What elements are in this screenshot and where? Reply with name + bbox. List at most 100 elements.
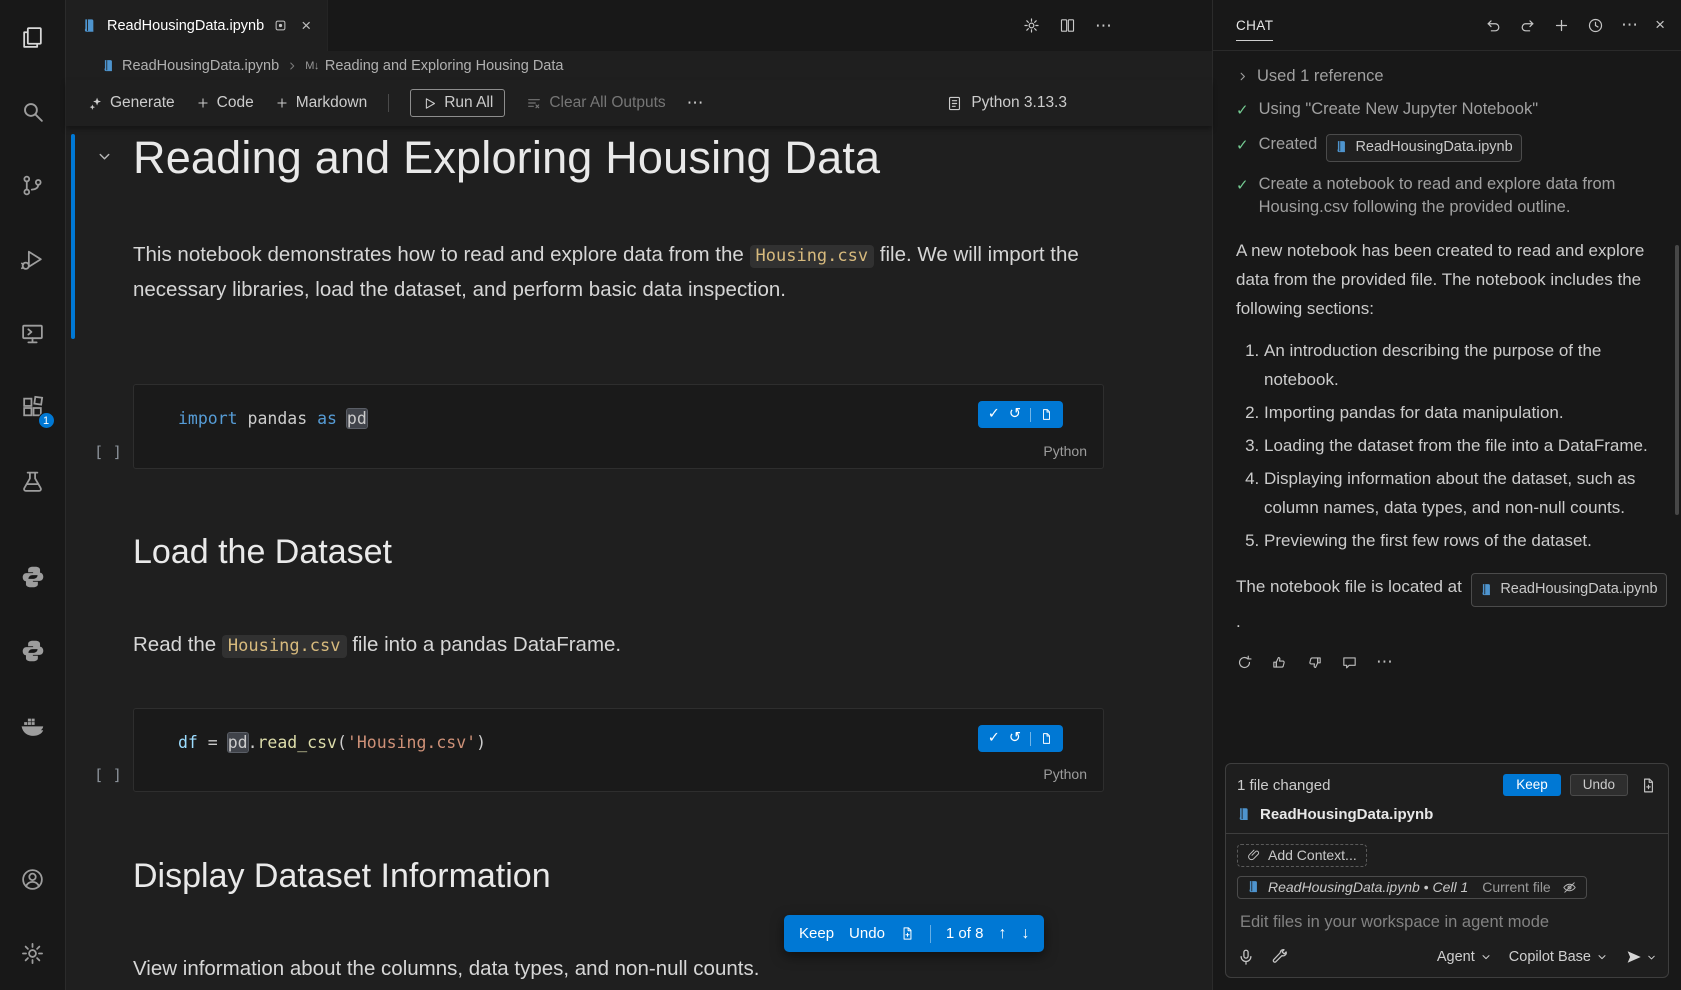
thumbs-up-icon[interactable] — [1271, 654, 1288, 671]
markdown-cell-icon: M↓ — [305, 60, 319, 72]
redo-edit-icon[interactable] — [1519, 17, 1536, 34]
file-chip[interactable]: ReadHousingData.ipynb — [1471, 573, 1666, 607]
check-icon: ✓ — [1236, 99, 1249, 122]
add-context-button[interactable]: Add Context... — [1237, 844, 1367, 867]
code-token: pd — [228, 733, 248, 752]
testing-icon[interactable] — [0, 444, 66, 518]
generate-button[interactable]: Generate — [88, 94, 175, 112]
code-editor[interactable]: import pandas as pd — [178, 409, 367, 428]
mode-picker[interactable]: Agent — [1437, 949, 1492, 965]
section-heading-info: Display Dataset Information — [133, 857, 551, 896]
tab-bar: ReadHousingData.ipynb × ⋯ — [66, 0, 1212, 51]
collapse-section-icon[interactable] — [96, 148, 113, 165]
source-control-icon[interactable] — [0, 148, 66, 222]
code-editor[interactable]: df = pd.read_csv('Housing.csv') — [178, 733, 486, 752]
check-icon: ✓ — [1236, 174, 1249, 219]
notebook-toolbar: Generate Code Markdown Run All Clear All… — [66, 80, 1212, 126]
tab-close-icon[interactable]: × — [297, 15, 315, 36]
search-icon[interactable] — [0, 74, 66, 148]
breadcrumb-file[interactable]: ReadHousingData.ipynb — [102, 58, 279, 74]
feedback-icon[interactable] — [1341, 654, 1358, 671]
extensions-icon[interactable]: 1 — [0, 370, 66, 444]
toolbar-more-icon[interactable]: ⋯ — [687, 93, 704, 113]
accept-change-icon[interactable]: ✓ — [988, 407, 1000, 422]
remote-explorer-icon[interactable] — [0, 296, 66, 370]
run-all-button[interactable]: Run All — [410, 89, 505, 117]
kernel-icon — [946, 95, 963, 112]
cell-language-picker[interactable]: Python — [1043, 443, 1087, 459]
more-actions-icon[interactable]: ⋯ — [1621, 15, 1638, 35]
send-button[interactable] — [1625, 948, 1657, 966]
code-token: pd — [347, 409, 367, 428]
context-chip[interactable]: ReadHousingData.ipynb • Cell 1 Current f… — [1237, 876, 1587, 899]
chevron-down-icon — [1596, 951, 1608, 963]
explorer-icon[interactable] — [0, 0, 66, 74]
code-cell-import[interactable]: import pandas as pd ✓ ↺ Python — [133, 384, 1104, 469]
focused-cell-indicator[interactable] — [71, 134, 75, 339]
tools-icon[interactable] — [1270, 948, 1288, 966]
undo-all-button[interactable]: Undo — [1570, 774, 1628, 796]
response-list: An introduction describing the purpose o… — [1236, 336, 1668, 555]
agent-step: ✓ Created ReadHousingData.ipynb — [1236, 133, 1668, 162]
breadcrumb-section[interactable]: M↓ Reading and Exploring Housing Data — [305, 58, 563, 74]
docker-icon[interactable] — [0, 688, 66, 762]
inline-diff-toolbar: ✓ ↺ — [978, 401, 1063, 428]
view-all-edits-icon[interactable] — [1640, 777, 1657, 794]
rerun-icon[interactable] — [1236, 654, 1253, 671]
chat-history-icon[interactable] — [1587, 17, 1604, 34]
view-diff-icon[interactable] — [900, 926, 915, 941]
view-diff-icon[interactable] — [1040, 408, 1053, 421]
python-environments-icon[interactable] — [0, 540, 66, 614]
accept-change-icon[interactable]: ✓ — [988, 731, 1000, 746]
notebook-file-icon — [82, 18, 98, 34]
more-actions-icon[interactable]: ⋯ — [1376, 652, 1393, 672]
section-heading-load: Load the Dataset — [133, 533, 392, 572]
code-token: ) — [476, 733, 486, 752]
python-icon[interactable] — [0, 614, 66, 688]
kernel-picker[interactable]: Python 3.13.3 — [946, 94, 1067, 112]
settings-gear-icon[interactable] — [1023, 17, 1040, 34]
thumbs-down-icon[interactable] — [1306, 654, 1323, 671]
previous-change-icon[interactable]: ↑ — [998, 925, 1006, 943]
keep-all-button[interactable]: Keep — [1503, 774, 1561, 796]
add-code-button[interactable]: Code — [196, 94, 254, 112]
view-diff-icon[interactable] — [1040, 732, 1053, 745]
plus-icon — [275, 96, 289, 110]
chat-input-area: 1 file changed Keep Undo ReadHousingData… — [1213, 757, 1681, 990]
discard-change-icon[interactable]: ↺ — [1009, 731, 1021, 746]
microphone-icon[interactable] — [1237, 948, 1255, 966]
cell-language-picker[interactable]: Python — [1043, 766, 1087, 782]
new-chat-icon[interactable] — [1553, 17, 1570, 34]
scrollbar-thumb[interactable] — [1675, 245, 1679, 515]
manage-gear-icon[interactable] — [0, 916, 66, 990]
more-actions-icon[interactable]: ⋯ — [1095, 16, 1112, 36]
tab-chat[interactable]: CHAT — [1236, 0, 1273, 50]
extensions-badge: 1 — [38, 412, 55, 429]
changed-file-row[interactable]: ReadHousingData.ipynb — [1237, 806, 1657, 823]
load-paragraph: Read the Housing.csv file into a pandas … — [133, 628, 621, 663]
undo-button[interactable]: Undo — [849, 925, 885, 942]
file-chip[interactable]: ReadHousingData.ipynb — [1326, 134, 1521, 162]
tab-readhousingdata[interactable]: ReadHousingData.ipynb × — [66, 0, 328, 51]
chat-input-placeholder[interactable]: Edit files in your workspace in agent mo… — [1240, 913, 1657, 932]
check-icon: ✓ — [1236, 134, 1249, 162]
pill-separator — [1030, 732, 1031, 746]
discard-change-icon[interactable]: ↺ — [1009, 407, 1021, 422]
model-picker[interactable]: Copilot Base — [1509, 949, 1608, 965]
chat-input-box[interactable]: Add Context... ReadHousingData.ipynb • C… — [1225, 833, 1669, 978]
undo-edit-icon[interactable] — [1485, 17, 1502, 34]
run-debug-icon[interactable] — [0, 222, 66, 296]
clear-all-outputs-button[interactable]: Clear All Outputs — [526, 94, 665, 112]
eye-off-icon[interactable] — [1562, 880, 1577, 895]
keep-button[interactable]: Keep — [799, 925, 834, 942]
accounts-icon[interactable] — [0, 842, 66, 916]
assistant-response: A new notebook has been created to read … — [1236, 236, 1668, 323]
close-panel-icon[interactable]: × — [1655, 15, 1665, 35]
next-change-icon[interactable]: ↓ — [1021, 925, 1029, 943]
references-expander[interactable]: Used 1 reference — [1236, 67, 1668, 86]
split-editor-icon[interactable] — [1059, 17, 1076, 34]
add-markdown-button[interactable]: Markdown — [275, 94, 368, 112]
notebook-file-icon — [1237, 807, 1252, 822]
code-cell-read-csv[interactable]: df = pd.read_csv('Housing.csv') ✓ ↺ Pyth… — [133, 708, 1104, 792]
modified-indicator-icon — [273, 18, 288, 33]
